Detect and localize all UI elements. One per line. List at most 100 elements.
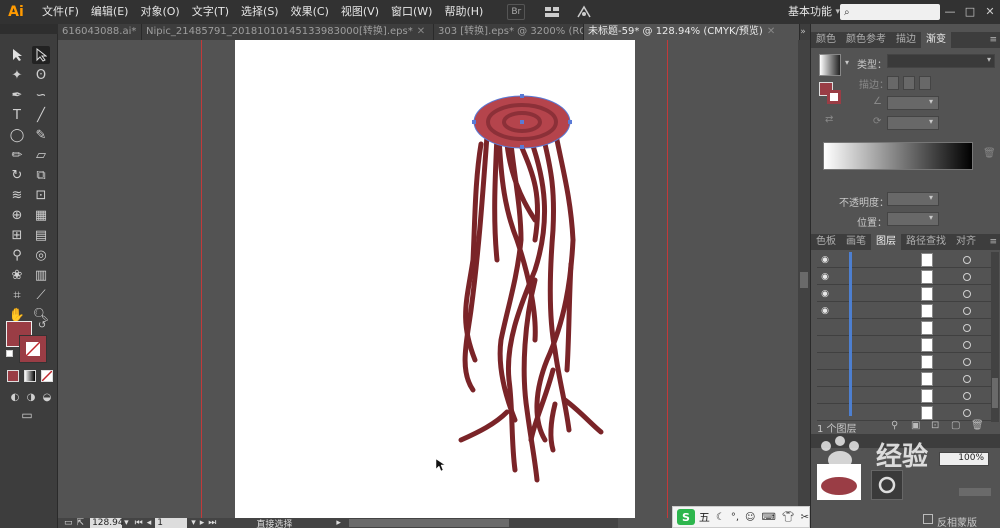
tab-swatches[interactable]: 色板 <box>811 234 841 250</box>
magic-wand-tool-icon[interactable]: ✦ <box>8 66 26 84</box>
menu-help[interactable]: 帮助(H) <box>438 0 489 24</box>
visibility-eye-icon[interactable]: ◉ <box>819 271 831 283</box>
target-circle-icon[interactable] <box>963 375 971 383</box>
target-circle-icon[interactable] <box>963 273 971 281</box>
bridge-icon[interactable]: Br <box>507 4 526 20</box>
stroke-gradient-option-2[interactable] <box>903 76 915 90</box>
gradient-tool-icon[interactable]: ▤ <box>32 226 50 244</box>
target-circle-icon[interactable] <box>963 341 971 349</box>
opacity-mask-thumbnail[interactable] <box>871 470 903 500</box>
last-page-icon[interactable]: ⏭ <box>208 518 216 528</box>
menu-effect[interactable]: 效果(C) <box>285 0 335 24</box>
eraser-tool-icon[interactable]: ▱ <box>32 146 50 164</box>
layer-row[interactable]: ◉ <box>817 269 993 285</box>
tab-stroke[interactable]: 描边 <box>891 32 921 48</box>
tools-panel-header[interactable] <box>0 24 58 34</box>
layer-row[interactable] <box>817 371 993 387</box>
artboard-tool-icon[interactable]: ⌗ <box>8 286 26 304</box>
locate-object-icon[interactable]: ⚲ <box>891 420 898 431</box>
tree-trunk-artwork[interactable] <box>235 40 635 518</box>
target-circle-icon[interactable] <box>963 307 971 315</box>
clipping-mask-icon[interactable]: ▣ <box>911 420 920 431</box>
tab-align[interactable]: 对齐 <box>951 234 981 250</box>
close-icon[interactable]: ✕ <box>767 26 775 37</box>
status-menu-icon[interactable]: ▸ <box>336 518 341 528</box>
shape-builder-tool-icon[interactable]: ⊕ <box>8 206 26 224</box>
target-circle-icon[interactable] <box>963 409 971 417</box>
menu-window[interactable]: 窗口(W) <box>385 0 438 24</box>
moon-icon[interactable]: ☾ <box>716 512 725 523</box>
scrollbar-thumb[interactable] <box>992 378 998 408</box>
menu-file[interactable]: 文件(F) <box>36 0 85 24</box>
layer-row[interactable]: ◉ <box>817 303 993 319</box>
target-circle-icon[interactable] <box>963 358 971 366</box>
layer-row[interactable]: ◉ <box>817 252 993 268</box>
punctuation-icon[interactable]: °, <box>731 512 739 523</box>
draw-inside-icon[interactable]: ◒ <box>38 388 56 406</box>
maximize-button[interactable]: □ <box>960 0 980 24</box>
tools-icon[interactable]: ✂ <box>801 512 809 523</box>
tab-pathfinder[interactable]: 路径查找 <box>901 234 951 250</box>
mesh-tool-icon[interactable]: ⊞ <box>8 226 26 244</box>
warp-tool-icon[interactable]: ≋ <box>8 186 26 204</box>
page-dropdown-icon[interactable]: ▾ <box>191 518 196 528</box>
gpu-performance-icon[interactable] <box>575 4 593 20</box>
target-circle-icon[interactable] <box>963 392 971 400</box>
target-circle-icon[interactable] <box>963 256 971 264</box>
canvas[interactable] <box>58 40 798 518</box>
search-input[interactable]: ⌕ <box>840 4 940 20</box>
panel-stroke-swatch[interactable] <box>827 90 841 104</box>
tab-layers[interactable]: 图层 <box>871 234 901 250</box>
rotate-tool-icon[interactable]: ↻ <box>8 166 26 184</box>
selection-tool-icon[interactable] <box>8 46 26 64</box>
tab-color[interactable]: 颜色 <box>811 32 841 48</box>
zoom-field[interactable]: 128.94 <box>90 518 124 528</box>
emoji-icon[interactable]: ☺ <box>745 512 755 523</box>
curvature-tool-icon[interactable]: ∽ <box>32 86 50 104</box>
none-mode-button[interactable] <box>41 370 53 382</box>
tab-color-guide[interactable]: 颜色参考 <box>841 32 891 48</box>
layer-row[interactable]: ◉ <box>817 286 993 302</box>
tab-document-1[interactable]: 616043088.ai*✕ <box>58 24 142 40</box>
stroke-gradient-option-1[interactable] <box>887 76 899 90</box>
column-graph-tool-icon[interactable]: ▥ <box>32 266 50 284</box>
paintbrush-tool-icon[interactable]: ✎ <box>32 126 50 144</box>
toggle-icon[interactable]: ⇱ <box>77 518 85 528</box>
layer-row[interactable] <box>817 337 993 353</box>
zoom-menu-icon[interactable]: ▭ <box>64 518 73 528</box>
layer-row[interactable] <box>817 388 993 404</box>
minimize-button[interactable]: — <box>940 0 960 24</box>
perspective-grid-tool-icon[interactable]: ▦ <box>32 206 50 224</box>
first-page-icon[interactable]: ⏮ <box>135 518 143 528</box>
scale-tool-icon[interactable]: ⧉ <box>32 166 50 184</box>
arrange-documents-icon[interactable] <box>543 4 561 20</box>
ellipse-tool-icon[interactable]: ◯ <box>8 126 26 144</box>
invert-mask-checkbox[interactable] <box>923 514 933 524</box>
ime-logo[interactable]: S <box>677 509 695 525</box>
target-circle-icon[interactable] <box>963 290 971 298</box>
close-button[interactable]: ✕ <box>980 0 1000 24</box>
ime-mode[interactable]: 五 <box>699 509 710 525</box>
tab-document-2[interactable]: Nipic_21485791_20181010145133983000[转换].… <box>142 24 434 40</box>
next-page-icon[interactable]: ▸ <box>200 518 205 528</box>
menu-object[interactable]: 对象(O) <box>134 0 185 24</box>
zoom-dropdown-icon[interactable]: ▾ <box>124 518 129 528</box>
menu-select[interactable]: 选择(S) <box>235 0 285 24</box>
layers-scrollbar[interactable] <box>991 252 999 422</box>
panel-menu-icon[interactable]: ≡ <box>989 35 997 45</box>
layer-row[interactable] <box>817 320 993 336</box>
type-tool-icon[interactable]: T <box>8 106 26 124</box>
pencil-tool-icon[interactable]: ✏ <box>8 146 26 164</box>
new-layer-icon[interactable]: ▢ <box>951 420 960 431</box>
menu-view[interactable]: 视图(V) <box>335 0 385 24</box>
tab-gradient[interactable]: 渐变 <box>921 32 951 48</box>
color-mode-button[interactable] <box>7 370 19 382</box>
free-transform-tool-icon[interactable]: ⊡ <box>32 186 50 204</box>
gradient-preview-swatch[interactable] <box>819 54 841 76</box>
lasso-tool-icon[interactable]: ʘ <box>32 66 50 84</box>
swap-fill-stroke-icon[interactable]: ↺ <box>38 320 46 331</box>
prev-page-icon[interactable]: ◂ <box>147 518 152 528</box>
default-colors-icon[interactable] <box>6 350 13 357</box>
visibility-eye-icon[interactable]: ◉ <box>819 305 831 317</box>
tab-document-active[interactable]: 未标题-59* @ 128.94% (CMYK/预览) ✕ <box>584 24 800 40</box>
